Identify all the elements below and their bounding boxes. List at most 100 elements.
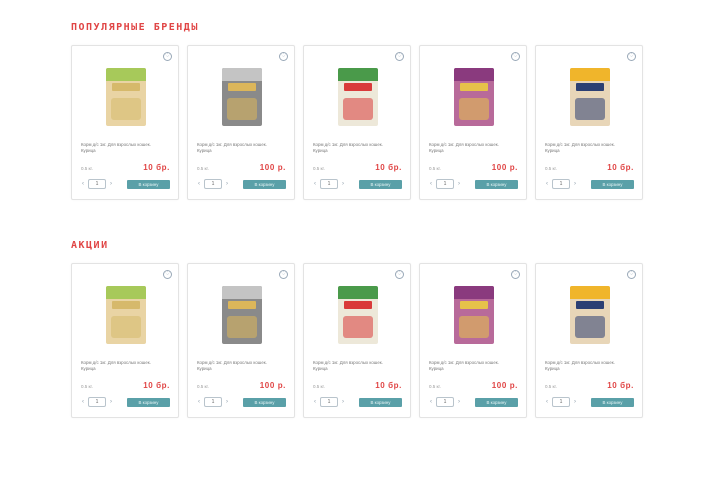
product-price: 10 бр. bbox=[143, 163, 170, 172]
product-weight: 0.5 кг. bbox=[429, 384, 441, 389]
product-price: 10 бр. bbox=[143, 381, 170, 390]
quantity-input[interactable]: 1 bbox=[88, 397, 106, 407]
add-to-cart-button[interactable]: В корзину bbox=[591, 398, 634, 407]
heart-icon[interactable]: ♡ bbox=[279, 270, 288, 279]
product-weight: 0.5 кг. bbox=[313, 166, 325, 171]
product-image[interactable] bbox=[334, 284, 382, 346]
product-card[interactable]: ♡ Корм д/с 1кг. Для взрослых кошек. Куриц… bbox=[71, 263, 179, 418]
quantity-input[interactable]: 1 bbox=[320, 179, 338, 189]
product-weight: 0.5 кг. bbox=[429, 166, 441, 171]
product-price: 100 р. bbox=[259, 163, 286, 172]
chevron-right-icon[interactable]: › bbox=[572, 399, 578, 405]
chevron-left-icon[interactable]: ‹ bbox=[544, 399, 550, 405]
product-image[interactable] bbox=[102, 66, 150, 128]
chevron-left-icon[interactable]: ‹ bbox=[80, 399, 86, 405]
quantity-input[interactable]: 1 bbox=[436, 179, 454, 189]
product-row-sales: ♡ Корм д/с 1кг. Для взрослых кошек. Куриц… bbox=[71, 263, 643, 418]
product-description: Корм д/с 1кг. Для взрослых кошек. Курица bbox=[429, 360, 499, 371]
add-to-cart-button[interactable]: В корзину bbox=[243, 180, 286, 189]
quantity-input[interactable]: 1 bbox=[552, 397, 570, 407]
heart-icon[interactable]: ♡ bbox=[627, 270, 636, 279]
heart-icon[interactable]: ♡ bbox=[511, 52, 520, 61]
chevron-right-icon[interactable]: › bbox=[224, 399, 230, 405]
quantity-input[interactable]: 1 bbox=[204, 397, 222, 407]
product-weight: 0.5 кг. bbox=[197, 166, 209, 171]
section-title-sales: АКЦИИ bbox=[71, 240, 109, 251]
add-to-cart-button[interactable]: В корзину bbox=[359, 398, 402, 407]
product-image[interactable] bbox=[566, 66, 614, 128]
product-image[interactable] bbox=[450, 66, 498, 128]
product-card[interactable]: ♡ Корм д/с 1кг. Для взрослых кошек. Куриц… bbox=[303, 263, 411, 418]
chevron-right-icon[interactable]: › bbox=[340, 399, 346, 405]
chevron-right-icon[interactable]: › bbox=[456, 399, 462, 405]
chevron-left-icon[interactable]: ‹ bbox=[312, 181, 318, 187]
chevron-left-icon[interactable]: ‹ bbox=[312, 399, 318, 405]
product-weight: 0.5 кг. bbox=[81, 166, 93, 171]
quantity-stepper: ‹ 1 › bbox=[428, 179, 462, 189]
quantity-input[interactable]: 1 bbox=[88, 179, 106, 189]
chevron-right-icon[interactable]: › bbox=[224, 181, 230, 187]
product-description: Корм д/с 1кг. Для взрослых кошек. Курица bbox=[313, 142, 383, 153]
product-price: 10 бр. bbox=[375, 381, 402, 390]
heart-icon[interactable]: ♡ bbox=[627, 52, 636, 61]
product-card[interactable]: ♡ Корм д/с 1кг. Для взрослых кошек. Куриц… bbox=[419, 45, 527, 200]
quantity-stepper: ‹ 1 › bbox=[196, 179, 230, 189]
product-price: 100 р. bbox=[491, 381, 518, 390]
product-price: 100 р. bbox=[491, 163, 518, 172]
quantity-stepper: ‹ 1 › bbox=[544, 397, 578, 407]
product-row-popular: ♡ Корм д/с 1кг. Для взрослых кошек. Куриц… bbox=[71, 45, 643, 200]
quantity-stepper: ‹ 1 › bbox=[428, 397, 462, 407]
product-card[interactable]: ♡ Корм д/с 1кг. Для взрослых кошек. Куриц… bbox=[187, 45, 295, 200]
heart-icon[interactable]: ♡ bbox=[511, 270, 520, 279]
add-to-cart-button[interactable]: В корзину bbox=[127, 180, 170, 189]
quantity-input[interactable]: 1 bbox=[552, 179, 570, 189]
product-image[interactable] bbox=[218, 66, 266, 128]
add-to-cart-button[interactable]: В корзину bbox=[243, 398, 286, 407]
add-to-cart-button[interactable]: В корзину bbox=[475, 180, 518, 189]
product-card[interactable]: ♡ Корм д/с 1кг. Для взрослых кошек. Куриц… bbox=[419, 263, 527, 418]
chevron-left-icon[interactable]: ‹ bbox=[196, 181, 202, 187]
product-card[interactable]: ♡ Корм д/с 1кг. Для взрослых кошек. Куриц… bbox=[71, 45, 179, 200]
chevron-left-icon[interactable]: ‹ bbox=[80, 181, 86, 187]
heart-icon[interactable]: ♡ bbox=[279, 52, 288, 61]
product-weight: 0.5 кг. bbox=[197, 384, 209, 389]
quantity-stepper: ‹ 1 › bbox=[312, 397, 346, 407]
product-image[interactable] bbox=[566, 284, 614, 346]
add-to-cart-button[interactable]: В корзину bbox=[591, 180, 634, 189]
add-to-cart-button[interactable]: В корзину bbox=[127, 398, 170, 407]
chevron-right-icon[interactable]: › bbox=[572, 181, 578, 187]
product-description: Корм д/с 1кг. Для взрослых кошек. Курица bbox=[81, 360, 151, 371]
quantity-input[interactable]: 1 bbox=[436, 397, 454, 407]
chevron-left-icon[interactable]: ‹ bbox=[428, 399, 434, 405]
quantity-input[interactable]: 1 bbox=[320, 397, 338, 407]
chevron-left-icon[interactable]: ‹ bbox=[428, 181, 434, 187]
product-card[interactable]: ♡ Корм д/с 1кг. Для взрослых кошек. Куриц… bbox=[303, 45, 411, 200]
product-card[interactable]: ♡ Корм д/с 1кг. Для взрослых кошек. Куриц… bbox=[187, 263, 295, 418]
product-weight: 0.5 кг. bbox=[81, 384, 93, 389]
product-image[interactable] bbox=[102, 284, 150, 346]
add-to-cart-button[interactable]: В корзину bbox=[475, 398, 518, 407]
heart-icon[interactable]: ♡ bbox=[395, 270, 404, 279]
chevron-right-icon[interactable]: › bbox=[108, 399, 114, 405]
heart-icon[interactable]: ♡ bbox=[163, 52, 172, 61]
product-weight: 0.5 кг. bbox=[545, 166, 557, 171]
quantity-stepper: ‹ 1 › bbox=[80, 179, 114, 189]
product-card[interactable]: ♡ Корм д/с 1кг. Для взрослых кошек. Куриц… bbox=[535, 263, 643, 418]
product-price: 10 бр. bbox=[375, 163, 402, 172]
heart-icon[interactable]: ♡ bbox=[395, 52, 404, 61]
section-title-popular: ПОПУЛЯРНЫЕ БРЕНДЫ bbox=[71, 22, 199, 33]
chevron-right-icon[interactable]: › bbox=[456, 181, 462, 187]
product-image[interactable] bbox=[450, 284, 498, 346]
chevron-left-icon[interactable]: ‹ bbox=[544, 181, 550, 187]
chevron-right-icon[interactable]: › bbox=[340, 181, 346, 187]
product-card[interactable]: ♡ Корм д/с 1кг. Для взрослых кошек. Куриц… bbox=[535, 45, 643, 200]
chevron-left-icon[interactable]: ‹ bbox=[196, 399, 202, 405]
quantity-stepper: ‹ 1 › bbox=[80, 397, 114, 407]
add-to-cart-button[interactable]: В корзину bbox=[359, 180, 402, 189]
product-image[interactable] bbox=[218, 284, 266, 346]
heart-icon[interactable]: ♡ bbox=[163, 270, 172, 279]
quantity-input[interactable]: 1 bbox=[204, 179, 222, 189]
product-image[interactable] bbox=[334, 66, 382, 128]
product-price: 10 бр. bbox=[607, 163, 634, 172]
chevron-right-icon[interactable]: › bbox=[108, 181, 114, 187]
